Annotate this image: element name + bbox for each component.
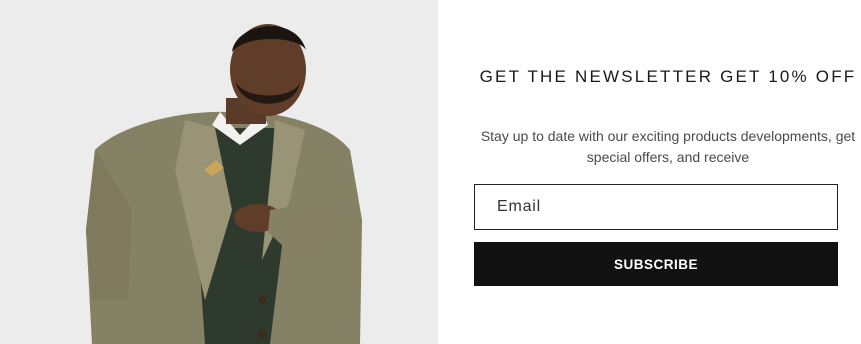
newsletter-content: GET THE NEWSLETTER GET 10% OFF Stay up t… [438, 0, 861, 344]
man-in-tweed-jacket-illustration [0, 0, 438, 344]
newsletter-description: Stay up to date with our exciting produc… [480, 128, 856, 165]
newsletter-popup: GET THE NEWSLETTER GET 10% OFF Stay up t… [0, 0, 861, 344]
subscribe-button[interactable]: SUBSCRIBE [474, 242, 838, 286]
email-input[interactable] [474, 184, 838, 230]
newsletter-heading: GET THE NEWSLETTER GET 10% OFF [479, 67, 857, 86]
model-photo [0, 0, 438, 344]
